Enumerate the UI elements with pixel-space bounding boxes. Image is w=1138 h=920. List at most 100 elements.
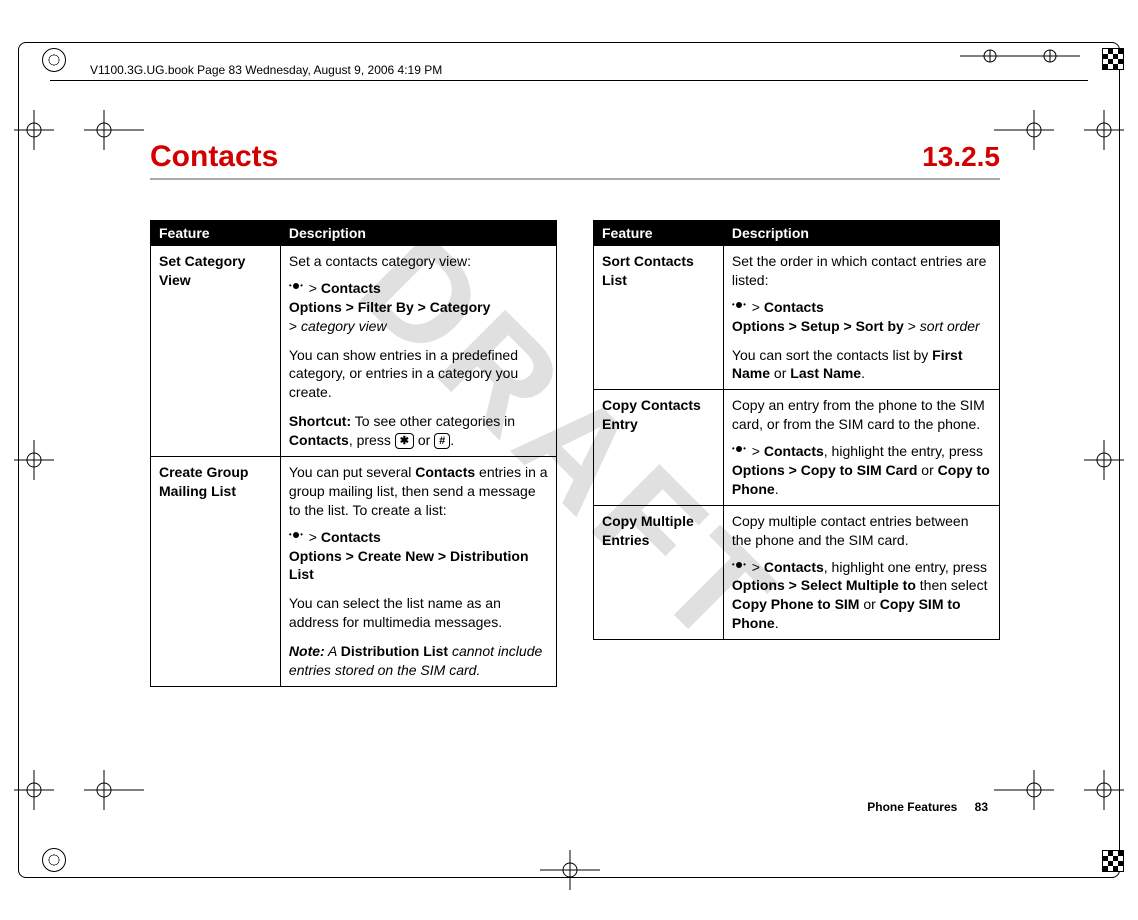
page-number: 83 xyxy=(975,800,988,814)
book-header: V1100.3G.UG.book Page 83 Wednesday, Augu… xyxy=(90,63,1048,77)
menu-item: Contacts xyxy=(415,464,475,480)
desc-text: or xyxy=(770,365,790,381)
menu-path: > Contacts, highlight one entry, press O… xyxy=(732,558,991,634)
crop-ornament xyxy=(1084,440,1124,480)
feature-table-right: Feature Description Sort Contacts List S… xyxy=(593,220,1000,640)
feature-description: Copy an entry from the phone to the SIM … xyxy=(723,390,999,505)
crop-ornament xyxy=(994,770,1054,810)
desc-text: , press xyxy=(349,432,395,448)
crop-ornament xyxy=(14,770,54,810)
footer-label: Phone Features xyxy=(867,800,957,814)
nav-key-icon xyxy=(289,284,303,294)
col-header-feature: Feature xyxy=(594,221,724,246)
registration-mark xyxy=(1102,850,1124,872)
desc-text: , highlight the entry, press xyxy=(824,443,983,459)
desc-text: . xyxy=(450,432,454,448)
desc-intro: You can put several Contacts entries in … xyxy=(289,463,548,520)
crop-ornament xyxy=(14,440,54,480)
note-line: Note: A Distribution List cannot include… xyxy=(289,642,548,680)
right-column: Feature Description Sort Contacts List S… xyxy=(593,220,1000,687)
note-label: Note: xyxy=(289,643,325,659)
feature-name: Copy Contacts Entry xyxy=(594,390,724,505)
shortcut-label: Shortcut: xyxy=(289,413,351,429)
feature-description: Set a contacts category view: > Contacts… xyxy=(280,246,556,457)
menu-item: Options > Setup > Sort by xyxy=(732,318,904,334)
desc-text: . xyxy=(775,481,779,497)
table-row: Create Group Mailing List You can put se… xyxy=(151,457,557,687)
crop-ornament xyxy=(14,110,54,150)
keycap-star: ✱ xyxy=(395,433,414,449)
desc-text: You can put several xyxy=(289,464,415,480)
menu-var: category view xyxy=(301,318,387,334)
nav-key-icon xyxy=(732,303,746,313)
col-header-description: Description xyxy=(280,221,556,246)
nav-key-icon xyxy=(289,533,303,543)
desc-intro: Set the order in which contact entries a… xyxy=(732,252,991,290)
desc-text: To see other categories in xyxy=(351,413,515,429)
menu-sep: > xyxy=(289,318,301,334)
desc-text: or xyxy=(917,462,937,478)
col-header-description: Description xyxy=(723,221,999,246)
crop-ornament xyxy=(540,850,600,890)
crop-ornament xyxy=(994,110,1054,150)
feature-description: Set the order in which contact entries a… xyxy=(723,246,999,390)
registration-mark xyxy=(42,48,66,72)
feature-name: Create Group Mailing List xyxy=(151,457,281,687)
desc-text: then select xyxy=(916,577,988,593)
menu-item: Copy Phone to SIM xyxy=(732,596,860,612)
col-header-feature: Feature xyxy=(151,221,281,246)
menu-item: Contacts xyxy=(764,443,824,459)
desc-text: , highlight one entry, press xyxy=(824,559,987,575)
menu-item: Contacts xyxy=(764,559,824,575)
feature-table-left: Feature Description Set Category View Se… xyxy=(150,220,557,687)
registration-mark xyxy=(42,848,66,872)
title-row: Contacts 13.2.5 xyxy=(150,140,1000,180)
desc-body: You can sort the contacts list by First … xyxy=(732,346,991,384)
nav-key-icon xyxy=(732,563,746,573)
menu-sep: > xyxy=(904,318,920,334)
menu-item: Contacts xyxy=(321,280,381,296)
menu-item: Distribution List xyxy=(341,643,448,659)
feature-name: Sort Contacts List xyxy=(594,246,724,390)
menu-item: Options > Create New > Distribution List xyxy=(289,548,529,583)
feature-name: Copy Multiple Entries xyxy=(594,505,724,639)
header-rule xyxy=(50,80,1088,81)
menu-path: > Contacts Options > Create New > Distri… xyxy=(289,528,548,585)
feature-name: Set Category View xyxy=(151,246,281,457)
menu-var: sort order xyxy=(920,318,980,334)
crop-ornament xyxy=(1084,770,1124,810)
desc-text: You can sort the contacts list by xyxy=(732,347,932,363)
desc-intro: Copy multiple contact entries between th… xyxy=(732,512,991,550)
page-content: Contacts 13.2.5 Feature Description Set … xyxy=(150,140,1000,687)
table-row: Set Category View Set a contacts categor… xyxy=(151,246,557,457)
desc-body: You can show entries in a predefined cat… xyxy=(289,346,548,403)
menu-item: Options > Select Multiple to xyxy=(732,577,916,593)
menu-path: > Contacts, highlight the entry, press O… xyxy=(732,442,991,499)
keycap-hash: # xyxy=(434,433,450,449)
desc-intro: Copy an entry from the phone to the SIM … xyxy=(732,396,991,434)
desc-text: . xyxy=(775,615,779,631)
nav-key-icon xyxy=(732,447,746,457)
menu-item: Options > Filter By > Category xyxy=(289,299,491,315)
table-row: Sort Contacts List Set the order in whic… xyxy=(594,246,1000,390)
feature-description: You can put several Contacts entries in … xyxy=(280,457,556,687)
desc-body: You can select the list name as an addre… xyxy=(289,594,548,632)
header-connector xyxy=(960,46,1120,82)
desc-text: . xyxy=(861,365,865,381)
menu-item: Contacts xyxy=(764,299,824,315)
menu-path: > Contacts Options > Setup > Sort by > s… xyxy=(732,298,991,336)
menu-item: Last Name xyxy=(790,365,861,381)
page-footer: Phone Features 83 xyxy=(867,800,988,814)
menu-item: Contacts xyxy=(321,529,381,545)
table-row: Copy Multiple Entries Copy multiple cont… xyxy=(594,505,1000,639)
crop-ornament xyxy=(1084,110,1124,150)
shortcut-line: Shortcut: To see other categories in Con… xyxy=(289,412,548,450)
left-column: Feature Description Set Category View Se… xyxy=(150,220,557,687)
desc-text: or xyxy=(859,596,879,612)
menu-path: > Contacts Options > Filter By > Categor… xyxy=(289,279,548,336)
menu-item: Options > Copy to SIM Card xyxy=(732,462,918,478)
menu-item: Contacts xyxy=(289,432,349,448)
table-row: Copy Contacts Entry Copy an entry from t… xyxy=(594,390,1000,505)
page-title: Contacts xyxy=(150,140,278,174)
crop-ornament xyxy=(84,110,144,150)
